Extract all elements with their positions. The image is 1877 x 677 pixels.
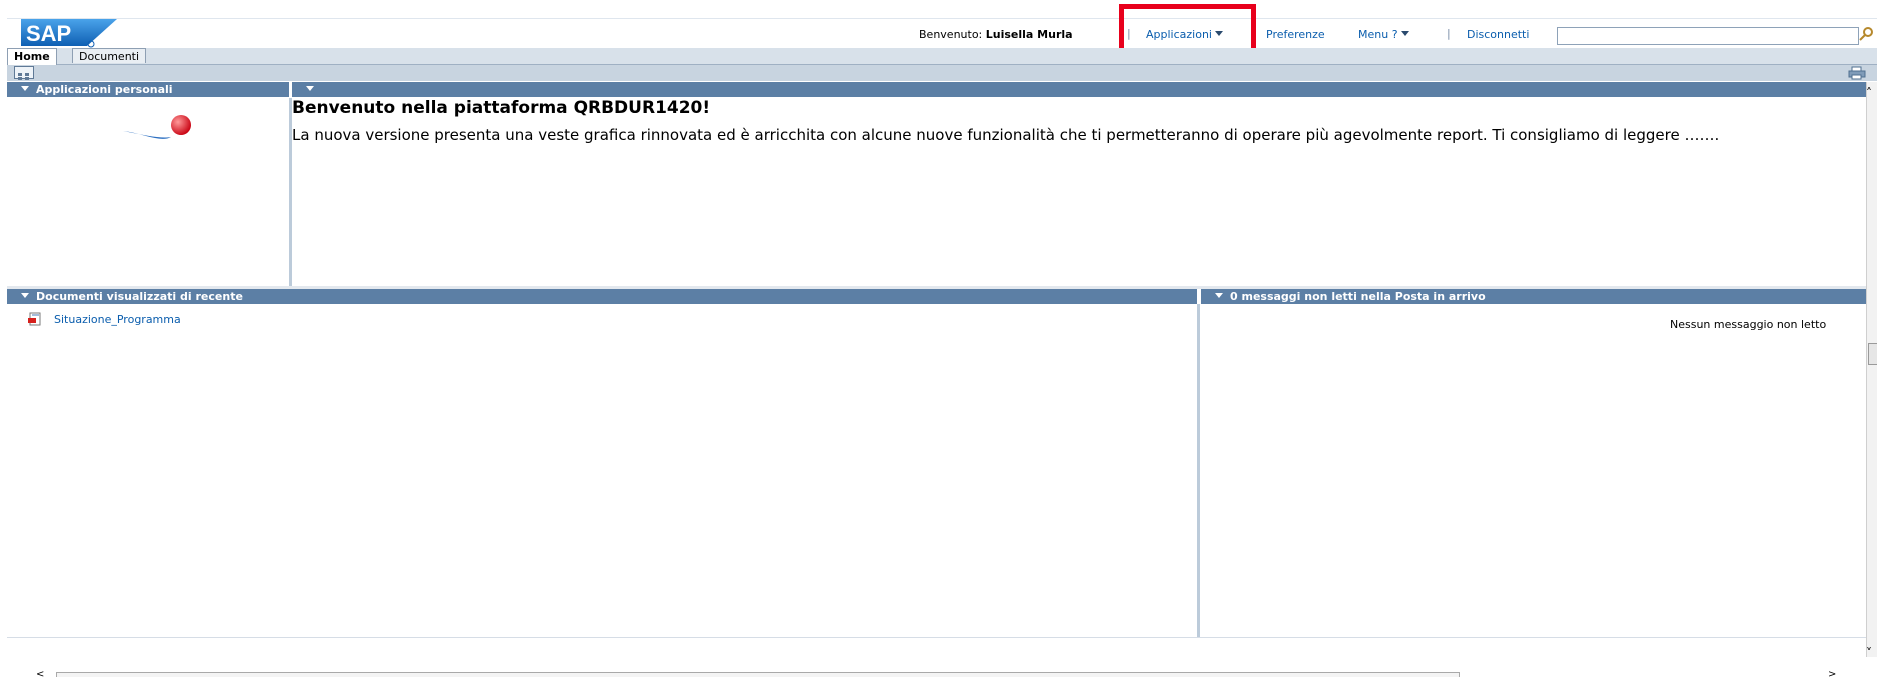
disconnetti-link[interactable]: Disconnetti (1467, 28, 1529, 41)
bottom-border (7, 637, 1869, 638)
help-menu-label: Menu ? (1358, 28, 1398, 41)
welcome-label: Benvenuto: (919, 28, 983, 41)
grid-view-icon[interactable] (14, 66, 34, 80)
recent-doc-link[interactable]: Situazione_Programma (54, 313, 181, 326)
header-separator: | (1127, 27, 1131, 40)
vertical-scroll-thumb[interactable] (1868, 343, 1877, 365)
pushpin-icon (123, 115, 191, 139)
scroll-down-icon[interactable]: ˅ (1866, 646, 1872, 660)
recent-docs-header[interactable]: Documenti visualizzati di recente (7, 289, 1197, 304)
collapse-icon (21, 293, 29, 298)
sap-portal-home: SAP Benvenuto: Luisella Murla | Applicaz… (0, 0, 1877, 677)
collapse-icon (306, 86, 314, 91)
applicazioni-menu[interactable]: Applicazioni (1146, 28, 1223, 41)
welcome-title: Benvenuto nella piattaforma QRBDUR1420! (292, 98, 711, 118)
inbox-panel (1201, 304, 1869, 637)
sap-logo: SAP (21, 19, 117, 48)
recent-docs-title: Documenti visualizzati di recente (36, 290, 243, 303)
welcome-text: Benvenuto: Luisella Murla (919, 28, 1073, 41)
tab-documenti[interactable]: Documenti (72, 48, 147, 63)
vertical-scrollbar[interactable] (1866, 82, 1877, 657)
personal-apps-title: Applicazioni personali (36, 83, 173, 96)
scroll-right-icon[interactable]: > (1828, 669, 1836, 677)
recent-docs-panel (7, 304, 1200, 637)
welcome-text-body: La nuova versione presenta una veste gra… (292, 126, 1720, 144)
search-icon[interactable] (1858, 26, 1874, 42)
welcome-panel-header[interactable] (292, 82, 1866, 97)
scroll-up-icon[interactable]: ˄ (1866, 86, 1872, 100)
personal-apps-panel (7, 98, 292, 286)
inbox-header[interactable]: 0 messaggi non letti nella Posta in arri… (1201, 289, 1866, 304)
report-icon (28, 312, 41, 326)
header-separator: | (1447, 27, 1451, 40)
preferenze-link[interactable]: Preferenze (1266, 28, 1325, 41)
inbox-title: 0 messaggi non letti nella Posta in arri… (1230, 290, 1486, 303)
tab-bar (7, 48, 1877, 65)
svg-text:SAP: SAP (26, 21, 71, 46)
top-border (7, 0, 1877, 19)
scroll-left-icon[interactable]: < (36, 669, 44, 677)
chevron-down-icon (1214, 31, 1223, 36)
inbox-empty-text: Nessun messaggio non letto (1670, 318, 1827, 331)
horizontal-scrollbar[interactable] (56, 672, 1460, 677)
chevron-down-icon (1400, 31, 1409, 36)
collapse-icon (21, 86, 29, 91)
applicazioni-label: Applicazioni (1146, 28, 1212, 41)
personal-apps-header[interactable]: Applicazioni personali (7, 82, 289, 97)
toolbar (7, 65, 1877, 81)
print-icon[interactable] (1848, 66, 1866, 80)
help-menu[interactable]: Menu ? (1358, 28, 1409, 41)
user-name: Luisella Murla (985, 28, 1073, 41)
tab-home[interactable]: Home (7, 48, 57, 65)
search-input[interactable] (1557, 27, 1859, 45)
collapse-icon (1215, 293, 1223, 298)
